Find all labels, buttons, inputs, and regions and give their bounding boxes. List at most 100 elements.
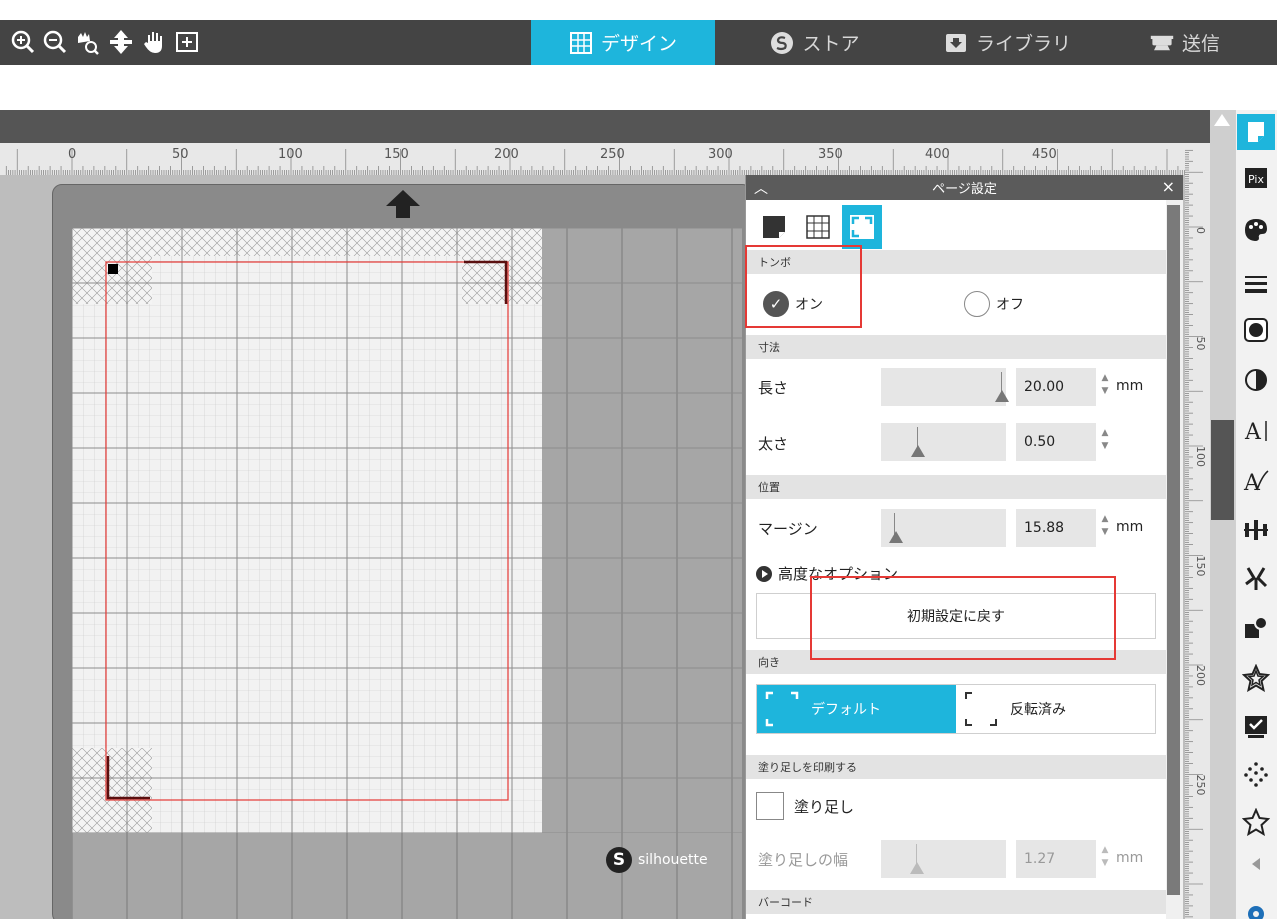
text-on-path-icon[interactable]: A: [1237, 462, 1275, 498]
bleed-checkbox-row[interactable]: 塗り足し: [756, 792, 854, 820]
svg-text:A: A: [1244, 420, 1262, 444]
line-style-icon[interactable]: [1237, 266, 1275, 302]
ruler-label: 200: [494, 147, 519, 162]
expand-arrow-icon: [756, 565, 772, 582]
thickness-label: 太さ: [758, 435, 789, 453]
bleed-width-input[interactable]: 1.27: [1016, 840, 1096, 878]
panel-scrollbar-thumb[interactable]: [1167, 205, 1180, 895]
vertical-ruler-label: 0: [1194, 227, 1207, 234]
pix-scan-icon[interactable]: Pix: [1237, 160, 1275, 196]
fill-pattern-icon[interactable]: [1237, 312, 1275, 348]
scrollbar-thumb[interactable]: [1211, 420, 1234, 520]
mat-grid: [72, 228, 742, 833]
page-icon: [763, 216, 785, 238]
length-slider[interactable]: [881, 368, 1009, 406]
palette-icon[interactable]: [1237, 212, 1275, 248]
settings-gear-icon[interactable]: [1237, 896, 1275, 919]
section-position: 位置: [746, 475, 1166, 499]
zoom-in-icon[interactable]: [10, 29, 36, 55]
tab-store-label: ストア: [802, 33, 860, 55]
length-input[interactable]: 20.00: [1016, 368, 1096, 406]
silhouette-s-icon: [771, 31, 794, 54]
orientation-rotated-label: 反転済み: [1010, 702, 1066, 718]
tab-registration-marks[interactable]: [842, 205, 882, 249]
tab-library-label: ライブラリ: [975, 33, 1071, 55]
length-spinner-icon[interactable]: ▲ ▼: [1098, 372, 1112, 402]
thickness-spinner-icon[interactable]: ▲ ▼: [1098, 427, 1112, 457]
registration-marks-icon: [850, 215, 874, 239]
length-label: 長さ: [758, 379, 789, 397]
slider-handle[interactable]: [889, 531, 903, 543]
replicate-icon[interactable]: [1237, 560, 1275, 596]
feed-direction-arrow-icon: [386, 190, 420, 218]
move-icon[interactable]: [108, 29, 134, 55]
silhouette-logo-icon: S: [606, 847, 632, 873]
zoom-fit-icon[interactable]: [74, 29, 100, 55]
margin-spinner-icon[interactable]: ▲ ▼: [1098, 513, 1112, 543]
margin-input[interactable]: 15.88: [1016, 509, 1096, 547]
fit-page-icon[interactable]: [174, 29, 200, 55]
tab-send-label: 送信: [1181, 33, 1220, 55]
ruler-label: 150: [384, 147, 409, 162]
favorite-star-icon[interactable]: [1237, 804, 1275, 840]
section-barcode: バーコード: [746, 890, 1166, 914]
panel-header: ︿ ページ設定 ×: [746, 175, 1183, 200]
transparency-icon[interactable]: [1237, 362, 1275, 398]
orientation-toggle: デフォルト 反転済み: [756, 684, 1156, 734]
pan-hand-icon[interactable]: [142, 29, 168, 55]
page-setup-icon[interactable]: [1237, 114, 1275, 150]
slider-handle[interactable]: [911, 445, 925, 457]
bleed-checkbox-label: 塗り足し: [794, 797, 855, 816]
trace-icon[interactable]: [1237, 708, 1275, 744]
orientation-default-option[interactable]: デフォルト: [757, 685, 956, 733]
rhinestone-icon[interactable]: [1237, 756, 1275, 792]
zoom-out-icon[interactable]: [42, 29, 68, 55]
length-unit: mm: [1116, 378, 1144, 394]
margin-slider[interactable]: [881, 509, 1006, 547]
orientation-rotated-icon: [965, 692, 997, 726]
margin-label: マージン: [758, 520, 818, 538]
section-bleed: 塗り足しを印刷する: [746, 755, 1166, 779]
orientation-rotated-option[interactable]: 反転済み: [956, 685, 1155, 733]
slider-handle[interactable]: [995, 390, 1009, 402]
thickness-slider[interactable]: [881, 423, 1006, 461]
tab-library[interactable]: ライブラリ: [920, 20, 1095, 65]
top-toolbar: デザイン ストア ライブラリ 送信: [0, 20, 1277, 65]
panel-title: ページ設定: [932, 182, 997, 197]
bleed-checkbox[interactable]: [756, 792, 784, 820]
tab-design[interactable]: デザイン: [531, 20, 715, 65]
grid-icon: [806, 215, 830, 239]
ruler-label: 400: [925, 147, 950, 162]
text-style-icon[interactable]: A: [1237, 412, 1275, 448]
ruler-label: 450: [1032, 147, 1057, 162]
collapse-arrow-icon[interactable]: [1237, 846, 1275, 882]
brand-name: silhouette: [638, 852, 708, 868]
svg-text:A: A: [1243, 471, 1261, 494]
vertical-ruler-label: 200: [1194, 665, 1207, 686]
modify-icon[interactable]: [1237, 610, 1275, 646]
ruler-label: 300: [708, 147, 733, 162]
tab-grid[interactable]: [798, 205, 838, 249]
horizontal-ruler: 0 50 100 150 200 250 300 350 400 450: [0, 143, 1210, 175]
close-icon[interactable]: ×: [1162, 177, 1175, 196]
registration-off-label: オフ: [996, 297, 1024, 313]
grid-icon: [569, 31, 592, 54]
bleed-width-label: 塗り足しの幅: [758, 851, 849, 869]
vertical-ruler-label: 50: [1194, 337, 1207, 351]
cutter-icon: [1150, 35, 1174, 50]
offset-star-icon[interactable]: [1237, 660, 1275, 696]
tab-send[interactable]: 送信: [1120, 20, 1250, 65]
bleed-width-slider[interactable]: [881, 840, 1006, 878]
collapse-caret-icon[interactable]: ︿: [754, 178, 768, 198]
registration-off-option[interactable]: オフ: [964, 291, 1024, 317]
slider-handle[interactable]: [910, 862, 924, 874]
tab-page-setup[interactable]: [754, 205, 794, 249]
ruler-label: 0: [68, 147, 77, 162]
scroll-up-arrow-icon[interactable]: [1214, 114, 1230, 126]
margin-unit: mm: [1116, 519, 1144, 535]
align-icon[interactable]: [1237, 512, 1275, 548]
bleed-width-spinner-icon[interactable]: ▲ ▼: [1098, 844, 1112, 874]
tab-store[interactable]: ストア: [730, 20, 900, 65]
document-tab-strip: [0, 110, 1210, 143]
thickness-input[interactable]: 0.50: [1016, 423, 1096, 461]
